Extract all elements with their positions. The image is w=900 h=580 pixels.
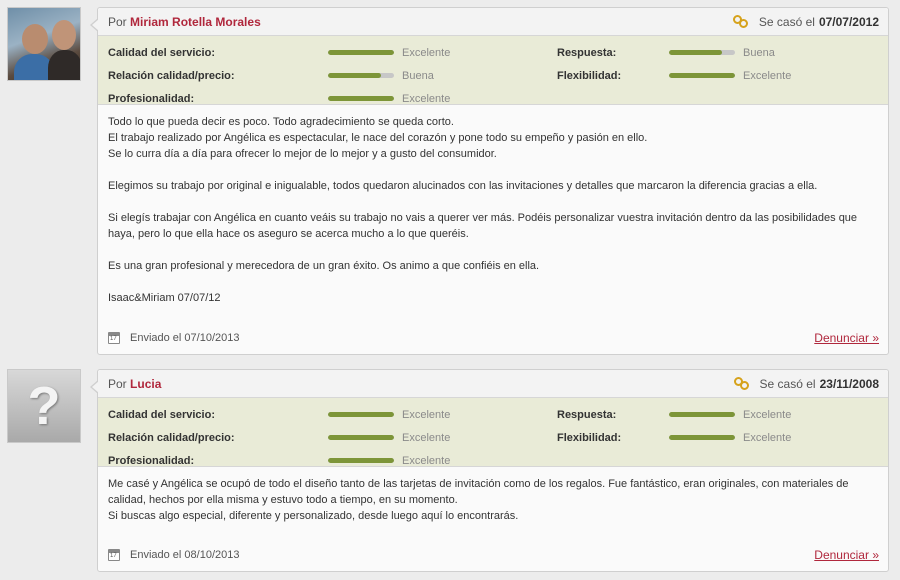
report-link[interactable]: Denunciar » <box>814 548 879 562</box>
rating-profesionalidad: Profesionalidad: Excelente <box>108 454 451 467</box>
review-header: Por Miriam Rotella Morales Se casó el 07/… <box>98 8 888 36</box>
author-name-link[interactable]: Miriam Rotella Morales <box>130 15 261 29</box>
rating-respuesta: Respuesta: Excelente <box>557 408 792 421</box>
rating-flexibilidad: Flexibilidad: Excelente <box>557 69 792 82</box>
rating-bar <box>669 412 735 417</box>
rating-bar <box>328 458 394 463</box>
sent-date: Enviado el 07/10/2013 <box>108 332 239 344</box>
reviewer-avatar: ? <box>7 369 81 443</box>
rating-servicio: Calidad del servicio: Excelente <box>108 408 451 421</box>
rating-bar <box>669 50 735 55</box>
ratings-panel: Calidad del servicio: Excelente Respuest… <box>98 398 888 467</box>
review-card: Por Lucia Se casó el 23/11/2008 Calidad d… <box>90 369 889 572</box>
report-link[interactable]: Denunciar » <box>814 331 879 345</box>
review-author: Por Miriam Rotella Morales <box>108 14 261 29</box>
ratings-panel: Calidad del servicio: Excelente Respuest… <box>98 36 888 105</box>
review-text: Me casé y Angélica se ocupó de todo el d… <box>108 478 849 522</box>
rating-flexibilidad: Flexibilidad: Excelente <box>557 431 792 444</box>
rating-servicio: Calidad del servicio: Excelente <box>108 46 451 59</box>
sent-date: Enviado el 08/10/2013 <box>108 549 239 561</box>
rating-respuesta: Respuesta: Buena <box>557 46 775 59</box>
rating-profesionalidad: Profesionalidad: Excelente <box>108 92 451 105</box>
author-name-link[interactable]: Lucia <box>130 377 161 391</box>
review-author: Por Lucia <box>108 376 162 391</box>
review-header: Por Lucia Se casó el 23/11/2008 <box>98 370 888 398</box>
wedding-date: Se casó el 23/11/2008 <box>733 376 879 391</box>
rating-bar <box>328 50 394 55</box>
rating-bar <box>669 435 735 440</box>
rating-calidad-precio: Relación calidad/precio: Excelente <box>108 431 451 444</box>
rating-bar <box>328 73 394 78</box>
rating-bar <box>669 73 735 78</box>
unknown-user-icon: ? <box>27 376 61 436</box>
wedding-rings-icon <box>732 14 751 29</box>
reviewer-avatar <box>7 7 81 81</box>
rating-calidad-precio: Relación calidad/precio: Buena <box>108 69 434 82</box>
rating-bar <box>328 96 394 101</box>
review-card: Por Miriam Rotella Morales Se casó el 07/… <box>90 7 889 355</box>
wedding-date: Se casó el 07/07/2012 <box>732 14 879 29</box>
review-text: Todo lo que pueda decir es poco. Todo ag… <box>108 116 858 304</box>
review-footer: Enviado el 08/10/2013 Denunciar » <box>108 547 879 563</box>
review-footer: Enviado el 07/10/2013 Denunciar » <box>108 330 879 346</box>
rating-bar <box>328 412 394 417</box>
wedding-rings-icon <box>733 376 752 391</box>
rating-bar <box>328 435 394 440</box>
calendar-icon <box>108 332 120 344</box>
calendar-icon <box>108 549 120 561</box>
